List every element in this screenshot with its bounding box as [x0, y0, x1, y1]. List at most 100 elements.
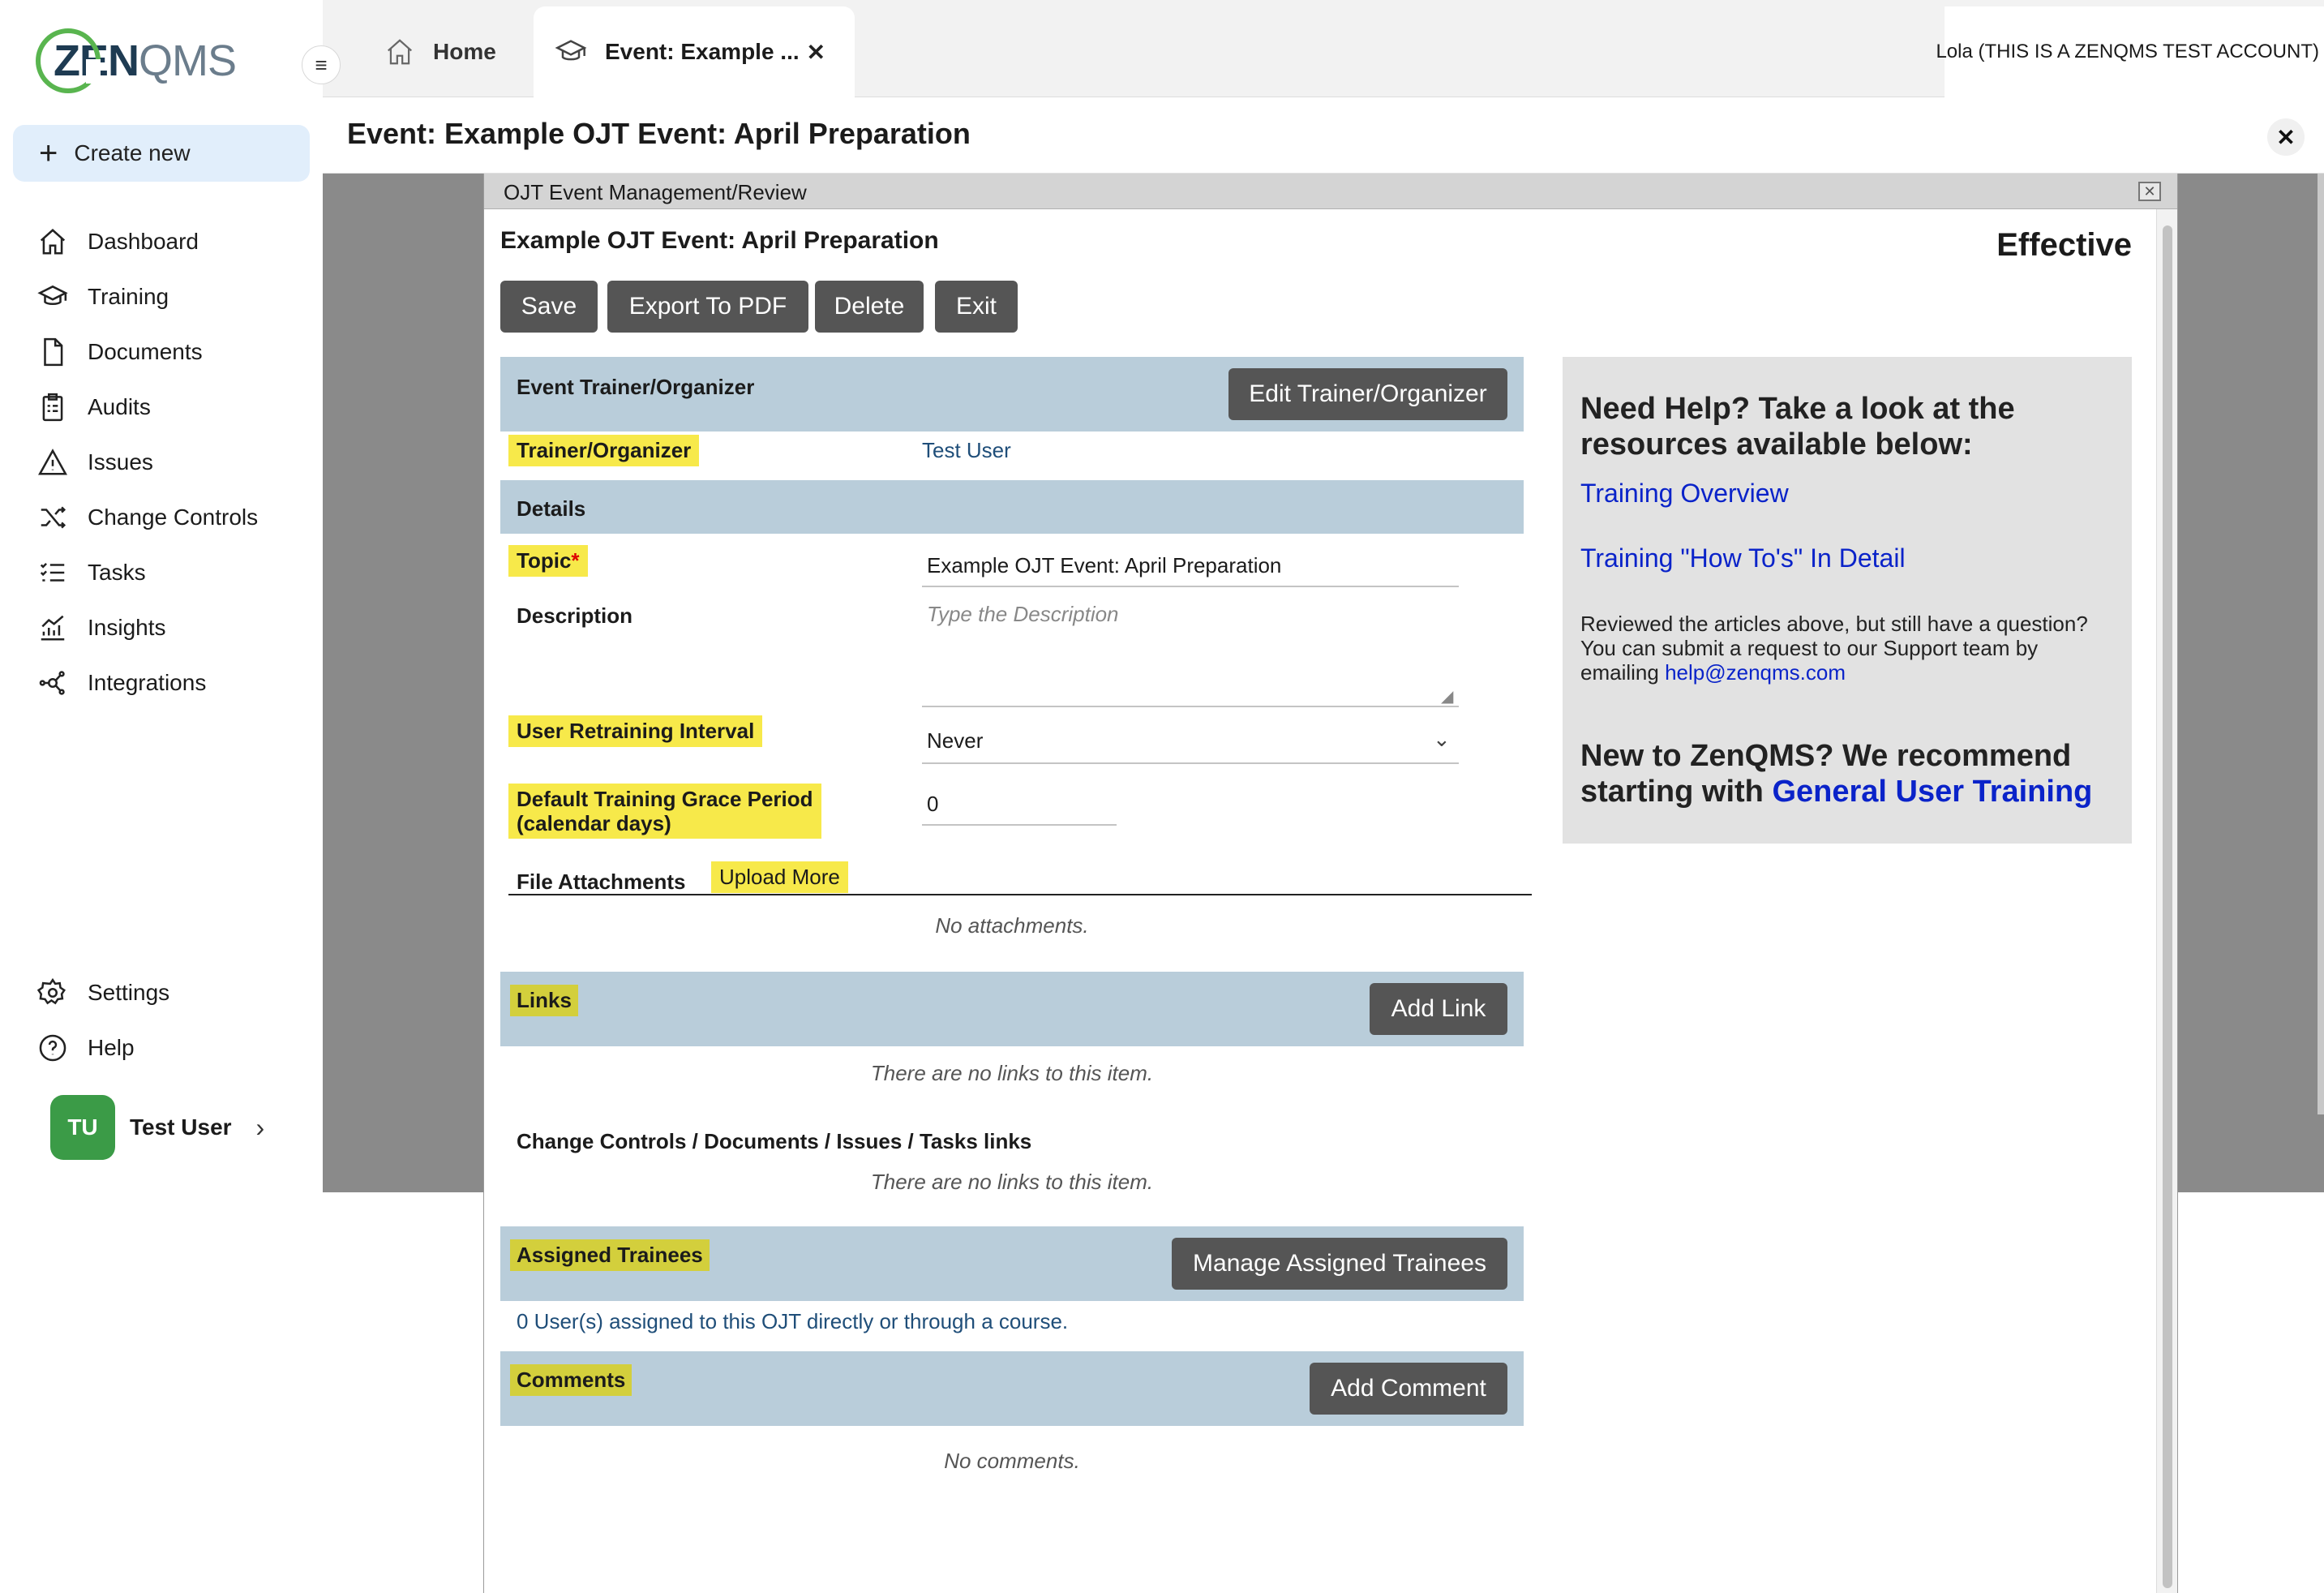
grace-period-input[interactable]: 0	[927, 792, 938, 817]
account-label[interactable]: Lola (THIS IS A ZENQMS TEST ACCOUNT)	[1936, 6, 2324, 97]
user-menu[interactable]: TU Test User ›	[50, 1095, 264, 1160]
page-header: Event: Example OJT Event: April Preparat…	[323, 97, 2324, 174]
shuffle-icon	[41, 506, 66, 529]
grace-period-underline	[922, 824, 1117, 826]
zenqms-logo[interactable]: ZENQMS	[36, 24, 237, 97]
trainer-field-value[interactable]: Test User	[922, 438, 1011, 463]
no-links-text: There are no links to this item.	[870, 1061, 1154, 1085]
trainees-summary: 0 User(s) assigned to this OJT directly …	[517, 1309, 1069, 1333]
trainees-section-label: Assigned Trainees	[510, 1239, 710, 1271]
trainees-section-header: Assigned Trainees Manage Assigned Traine…	[500, 1226, 1524, 1301]
topic-label: Topic*	[508, 545, 588, 577]
tab-event[interactable]: Event: Example ... ✕	[534, 6, 855, 97]
export-pdf-button[interactable]: Export To PDF	[607, 281, 808, 333]
menu-toggle-icon[interactable]: ≡	[302, 45, 341, 84]
tab-home[interactable]: Home	[384, 6, 496, 97]
grace-period-label: Default Training Grace Period (calendar d…	[508, 784, 821, 839]
sidebar-item-help[interactable]: Help	[37, 1020, 305, 1076]
sidebar-item-insights[interactable]: Insights	[37, 600, 305, 655]
logo-ring-icon	[36, 28, 101, 93]
modal-title: OJT Event Management/Review	[504, 180, 807, 204]
general-user-training-link[interactable]: General User Training	[1772, 775, 2092, 809]
tab-bar: Home Event: Example ... ✕ Lola (THIS IS …	[323, 0, 2324, 97]
sidebar-item-issues[interactable]: Issues	[37, 435, 305, 490]
sidebar-item-audits[interactable]: Audits	[37, 380, 305, 435]
sidebar-item-integrations[interactable]: Integrations	[37, 655, 305, 711]
tab-event-label: Event: Example ...	[605, 39, 800, 64]
sidebar-item-label: Tasks	[88, 560, 146, 585]
modal-scrollbar-thumb[interactable]	[2163, 225, 2172, 1588]
gear-icon	[37, 977, 66, 1005]
sidebar-item-label: Integrations	[88, 670, 207, 695]
help-heading: Need Help? Take a look at the resources …	[1580, 392, 2015, 462]
sidebar-item-settings[interactable]: Settings	[37, 965, 305, 1020]
graduation-cap-icon	[555, 40, 587, 61]
help-panel: Need Help? Take a look at the resources …	[1563, 357, 2132, 844]
page-title: Event: Example OJT Event: April Preparat…	[347, 117, 971, 150]
graduation-cap-icon	[37, 285, 68, 305]
trainer-section-header: Event Trainer/Organizer Edit Trainer/Org…	[500, 357, 1524, 432]
retraining-select[interactable]: Never	[927, 728, 983, 754]
close-page-button[interactable]: ✕	[2267, 118, 2305, 156]
plus-icon: +	[39, 135, 58, 171]
close-icon: ✕	[2276, 124, 2296, 150]
comments-section-header: Comments Add Comment	[500, 1351, 1524, 1426]
sidebar-bottom-nav: Settings Help	[37, 965, 305, 1076]
comments-section-label: Comments	[510, 1364, 632, 1396]
sidebar-item-documents[interactable]: Documents	[37, 324, 305, 380]
training-overview-link[interactable]: Training Overview	[1580, 479, 1789, 509]
sidebar-item-tasks[interactable]: Tasks	[37, 545, 305, 600]
checklist-icon	[40, 563, 65, 582]
document-icon	[44, 337, 63, 367]
add-link-button[interactable]: Add Link	[1370, 983, 1507, 1035]
create-new-label: Create new	[74, 140, 191, 165]
upload-more-button[interactable]: Upload More	[711, 861, 848, 893]
related-links-label: Change Controls / Documents / Issues / T…	[517, 1129, 1032, 1153]
support-email-link[interactable]: help@zenqms.com	[1665, 660, 1846, 685]
sidebar-nav: Dashboard Training Documents Audits Issu…	[37, 214, 305, 711]
no-related-links-text: There are no links to this item.	[870, 1170, 1154, 1194]
no-attachments-text: No attachments.	[935, 913, 1089, 938]
modal-header: OJT Event Management/Review ✕	[484, 174, 2177, 209]
sidebar: ZENQMS + Create new Dashboard Training D…	[0, 0, 323, 1593]
sidebar-item-training[interactable]: Training	[37, 269, 305, 324]
exit-button[interactable]: Exit	[935, 281, 1018, 333]
attachments-divider	[508, 894, 1532, 895]
user-name: Test User	[130, 1114, 232, 1140]
sidebar-item-change-controls[interactable]: Change Controls	[37, 490, 305, 545]
modal-close-icon[interactable]: ✕	[2138, 182, 2161, 201]
description-label: Description	[517, 603, 633, 628]
chart-icon	[41, 615, 65, 641]
sidebar-item-dashboard[interactable]: Dashboard	[37, 214, 305, 269]
chevron-down-icon[interactable]: ⌄	[1433, 727, 1451, 752]
training-how-tos-link[interactable]: Training "How To's" In Detail	[1580, 543, 1906, 573]
details-section-header: Details	[500, 480, 1524, 534]
topic-input-underline	[922, 586, 1459, 587]
sidebar-item-label: Settings	[88, 980, 170, 1005]
edit-trainer-button[interactable]: Edit Trainer/Organizer	[1228, 368, 1507, 420]
clipboard-icon	[42, 393, 63, 422]
page-scrollbar[interactable]	[2318, 174, 2324, 1114]
delete-button[interactable]: Delete	[815, 281, 924, 333]
warning-icon	[38, 449, 67, 475]
integrations-icon	[39, 671, 65, 695]
help-recommendation: New to ZenQMS? We recommend starting wit…	[1580, 739, 2093, 809]
sidebar-item-label: Documents	[88, 339, 203, 364]
home-icon	[40, 229, 66, 255]
modal-scrollbar[interactable]	[2156, 209, 2177, 1593]
sidebar-item-label: Help	[88, 1035, 135, 1060]
sidebar-item-label: Dashboard	[88, 229, 199, 254]
links-section-label: Links	[510, 985, 578, 1016]
retraining-underline	[922, 762, 1459, 764]
save-button[interactable]: Save	[500, 281, 598, 333]
manage-trainees-button[interactable]: Manage Assigned Trainees	[1172, 1238, 1507, 1290]
close-tab-icon[interactable]: ✕	[807, 39, 825, 66]
details-section-label: Details	[517, 496, 586, 521]
topic-input[interactable]: Example OJT Event: April Preparation	[927, 553, 1281, 578]
description-textarea[interactable]: Type the Description	[927, 602, 1119, 627]
sidebar-item-label: Change Controls	[88, 505, 259, 530]
create-new-button[interactable]: + Create new	[13, 125, 310, 182]
sidebar-item-label: Insights	[88, 615, 166, 640]
resize-handle-icon[interactable]: ◢	[1441, 686, 1453, 706]
add-comment-button[interactable]: Add Comment	[1310, 1363, 1507, 1415]
